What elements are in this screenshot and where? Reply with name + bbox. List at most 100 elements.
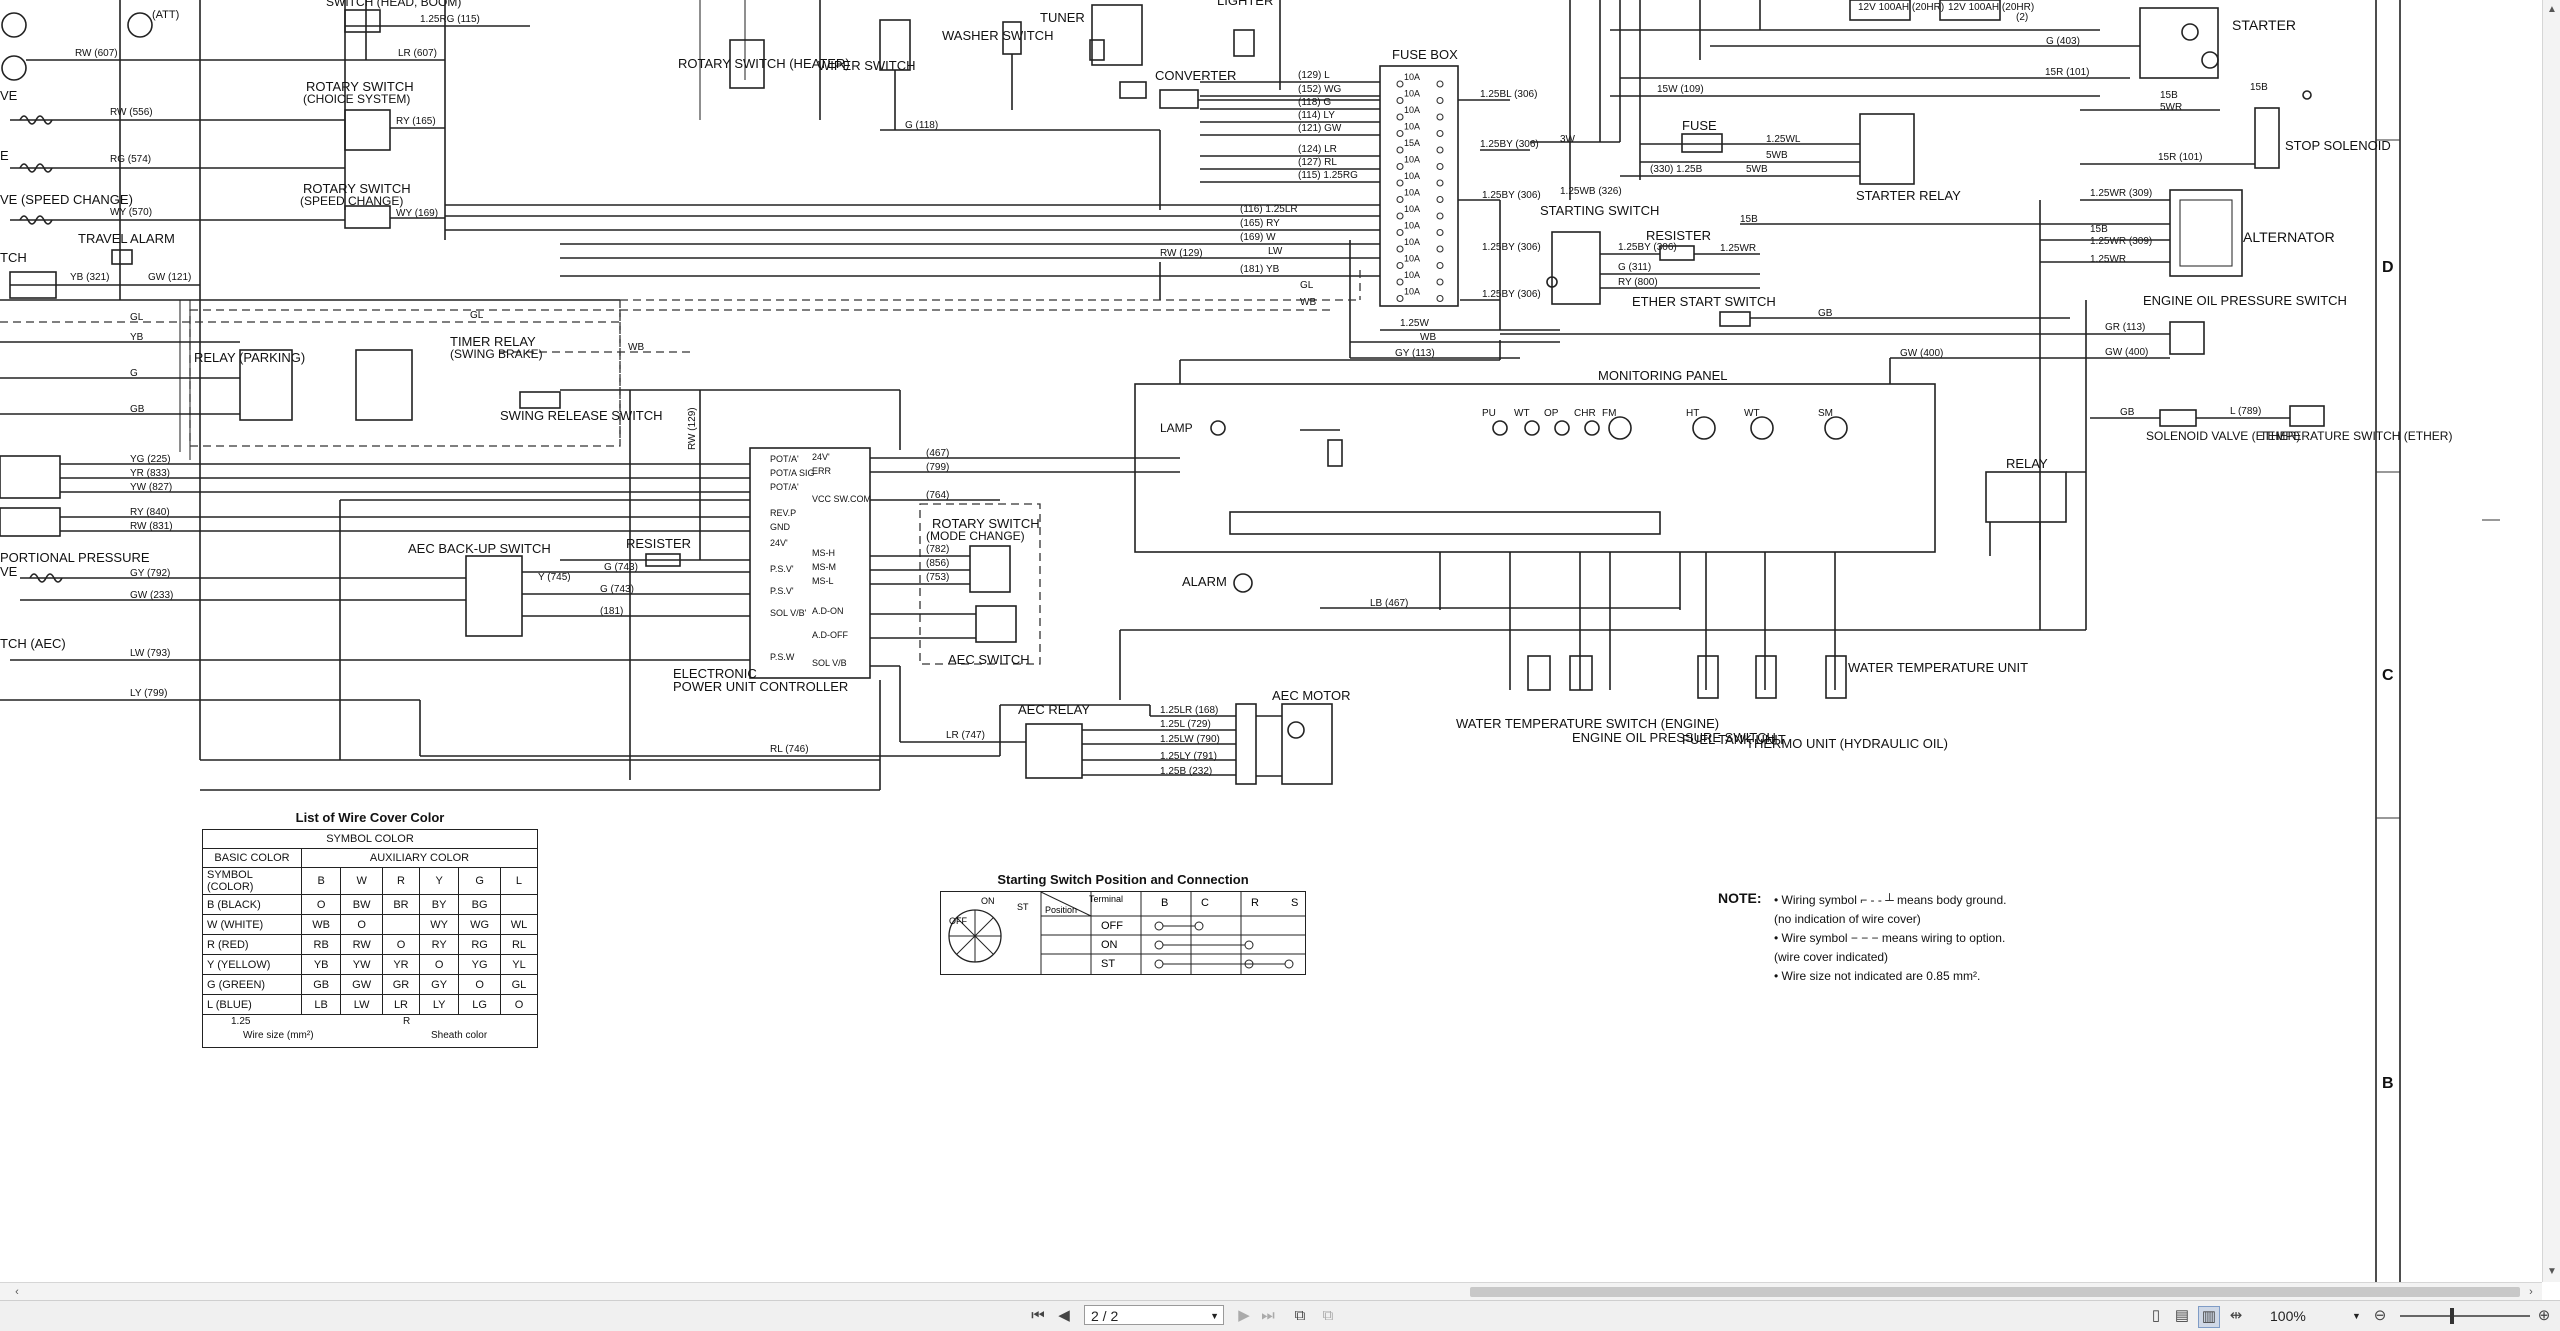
svg-text:1.25WR (309): 1.25WR (309) <box>2090 188 2152 199</box>
zoom-in-icon[interactable]: ⊕ <box>2534 1306 2554 1326</box>
svg-text:(856): (856) <box>926 558 949 569</box>
alarm-label: ALARM <box>1182 574 1227 589</box>
svg-text:15R (101): 15R (101) <box>2158 152 2202 163</box>
monitor-gauge-icon <box>1584 420 1600 436</box>
single-page-view-icon[interactable]: ▯ <box>2146 1306 2166 1326</box>
edge-letter-d: D <box>2382 259 2394 276</box>
svg-text:LW (793): LW (793) <box>130 648 170 659</box>
fuse-terminal <box>1436 129 1444 138</box>
zoom-slider-thumb[interactable] <box>2450 1308 2454 1324</box>
svg-text:L (789): L (789) <box>2230 406 2261 417</box>
monitor-gauge-icon <box>1608 416 1632 440</box>
next-page-icon[interactable]: ▶ <box>1234 1306 1254 1326</box>
horizontal-scroll-thumb[interactable] <box>1470 1287 2520 1297</box>
thermo-unit-label: THERMO UNIT (HYDRAULIC OIL) <box>1746 736 1948 751</box>
resister-top-label: RESISTER <box>1646 228 1711 243</box>
fuse-terminal <box>1396 113 1404 121</box>
fuse-terminal <box>1436 162 1444 171</box>
fuse-label: FUSE <box>1682 118 1717 133</box>
svg-text:(124) LR: (124) LR <box>1298 144 1337 155</box>
scroll-right-icon[interactable]: › <box>2524 1284 2538 1300</box>
facing-pages-view-icon[interactable]: ▥ <box>2198 1306 2220 1328</box>
fuse-amp-label: 10A <box>1404 221 1420 231</box>
previous-page-icon[interactable]: ◀ <box>1054 1306 1074 1326</box>
table-row: R (RED) RB RW O RY RG RL <box>202 934 539 955</box>
horizontal-scrollbar[interactable]: ‹ › <box>0 1282 2542 1301</box>
book-view-icon[interactable]: ⇹ <box>2226 1306 2246 1326</box>
alternator-label: ALTERNATOR <box>2243 229 2335 245</box>
scroll-up-icon[interactable]: ▲ <box>2544 2 2560 18</box>
svg-text:1.25WR (309): 1.25WR (309) <box>2090 236 2152 247</box>
scroll-left-icon[interactable]: ‹ <box>10 1284 24 1300</box>
water-temperature-unit-label: WATER TEMPERATURE UNIT <box>1848 660 2028 675</box>
svg-text:POWER UNIT CONTROLLER: POWER UNIT CONTROLLER <box>673 679 848 694</box>
monitor-symbol-label: FM <box>1602 408 1616 419</box>
fuse-box-label: FUSE BOX <box>1392 47 1458 62</box>
svg-text:(118) G: (118) G <box>1298 97 1331 108</box>
svg-text:G: G <box>130 368 138 379</box>
starter-relay-label: STARTER RELAY <box>1856 188 1961 203</box>
svg-text:(MODE CHANGE): (MODE CHANGE) <box>926 529 1025 543</box>
svg-text:1.25L (729): 1.25L (729) <box>1160 719 1211 730</box>
svg-text:LR (747): LR (747) <box>946 730 985 741</box>
table-row: W (WHITE) WB O WY WG WL <box>202 914 539 935</box>
fuse-amp-label: 10A <box>1404 237 1420 247</box>
svg-text:GW (400): GW (400) <box>2105 347 2148 358</box>
starting-switch-label: STARTING SWITCH <box>1540 203 1659 218</box>
scroll-down-icon[interactable]: ▼ <box>2544 1264 2560 1280</box>
svg-text:(CHOICE SYSTEM): (CHOICE SYSTEM) <box>303 92 410 106</box>
svg-text:15B: 15B <box>2160 90 2178 101</box>
svg-text:RY (165): RY (165) <box>396 116 436 127</box>
washer-switch-label: WASHER SWITCH <box>942 28 1053 43</box>
water-temp-switch-engine-label: WATER TEMPERATURE SWITCH (ENGINE) <box>1456 716 1719 731</box>
document-page: D C B (ATT) RW (607) SWITCH (HEAD, BOOM)… <box>0 0 2560 1282</box>
travel-alarm-label: TRAVEL ALARM <box>78 231 175 246</box>
zoom-out-icon[interactable]: ⊖ <box>2370 1306 2390 1326</box>
note-heading: NOTE: <box>1718 890 1762 906</box>
svg-text:GB: GB <box>130 404 145 415</box>
fuse-terminal <box>1396 212 1404 220</box>
vertical-scrollbar[interactable]: ▲ ▼ <box>2542 0 2560 1282</box>
fuse-terminal <box>1436 80 1444 88</box>
svg-text:WB: WB <box>1300 297 1316 308</box>
svg-text:GL: GL <box>470 310 484 321</box>
tuner-label: TUNER <box>1040 10 1085 25</box>
epu-pin-label: P.S.V' <box>770 564 794 574</box>
svg-text:RY (800): RY (800) <box>1618 277 1658 288</box>
fuse-terminal <box>1396 245 1404 253</box>
svg-text:RG (574): RG (574) <box>110 154 151 165</box>
svg-text:(127) RL: (127) RL <box>1298 157 1337 168</box>
zoom-level[interactable]: 100% <box>2270 1306 2330 1326</box>
sync-view-icon[interactable]: ⧉ <box>1290 1306 1310 1326</box>
stop-solenoid-label: STOP SOLENOID <box>2285 138 2391 153</box>
continuous-view-icon[interactable]: ▤ <box>2172 1306 2192 1326</box>
monitor-symbol-label: SM <box>1818 408 1833 419</box>
fuse-terminal <box>1436 96 1444 105</box>
svg-text:3W: 3W <box>1560 134 1576 145</box>
svg-text:1.25WR: 1.25WR <box>1720 243 1756 254</box>
fuse-amp-label: 15A <box>1404 138 1420 148</box>
monitor-gauge-icon <box>1492 420 1508 436</box>
svg-text:YB: YB <box>130 332 144 343</box>
last-page-icon[interactable]: ⏭ <box>1258 1306 1278 1326</box>
fuse-terminal <box>1436 146 1444 154</box>
epu-pin-label: ERR <box>812 466 832 476</box>
first-page-icon[interactable]: ⏮ <box>1028 1306 1048 1326</box>
svg-text:1.25BY (306): 1.25BY (306) <box>1482 289 1541 300</box>
fuse-amp-label: 10A <box>1404 171 1420 181</box>
svg-text:LR (607): LR (607) <box>398 48 437 59</box>
page-dropdown-icon[interactable]: ▼ <box>1210 1306 1219 1326</box>
zoom-dropdown-icon[interactable]: ▼ <box>2352 1306 2361 1326</box>
epu-pin-label: SOL V/B <box>812 658 847 668</box>
fuse-terminal <box>1396 278 1404 286</box>
fuse-terminal <box>1436 179 1444 187</box>
stop-sync-icon[interactable]: ⧉ <box>1318 1306 1338 1326</box>
page-number-field[interactable]: 2 / 2 ▼ <box>1084 1305 1224 1325</box>
epu-pin-label: POT/A' <box>770 482 799 492</box>
zoom-slider[interactable] <box>2400 1315 2530 1317</box>
resister-mid-label: RESISTER <box>626 536 691 551</box>
epu-pin-label: VCC SW.COM <box>812 494 871 504</box>
wire-cover-title: List of Wire Cover Color <box>295 810 445 825</box>
svg-text:GW (121): GW (121) <box>148 272 191 283</box>
svg-text:(SWING BRAKE): (SWING BRAKE) <box>450 347 543 361</box>
